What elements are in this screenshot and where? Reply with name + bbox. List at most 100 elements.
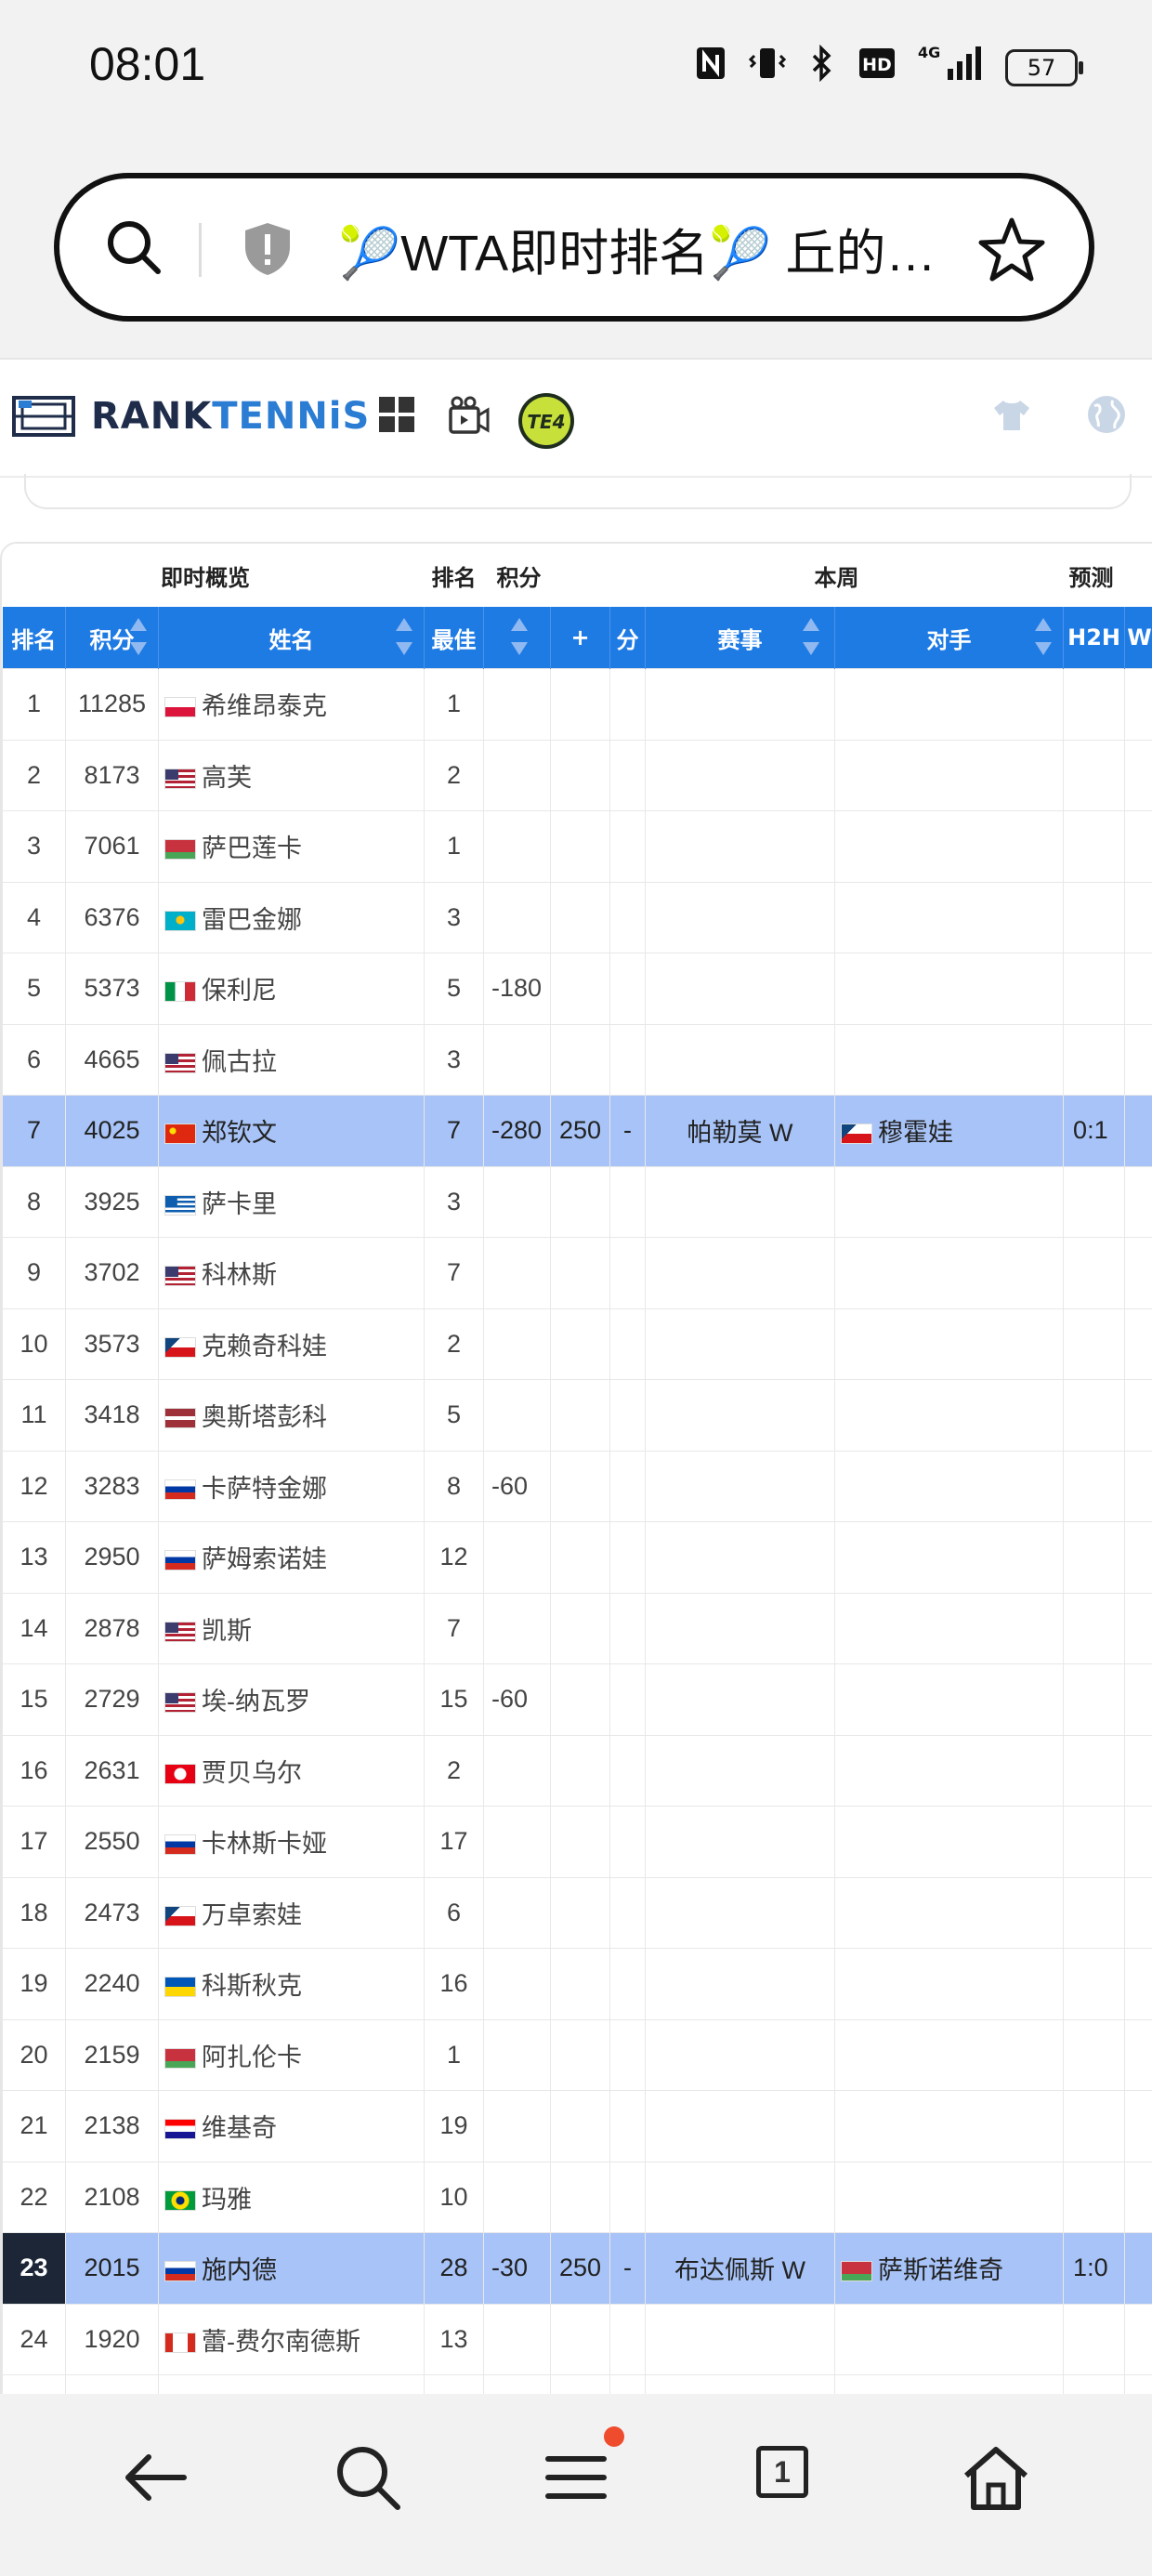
player-name-cell-text: 高芙 xyxy=(202,763,252,792)
player-name-cell[interactable]: 阿扎伦卡 xyxy=(157,2018,425,2091)
table-row[interactable]: 14 2878 凯斯 7 xyxy=(2,1592,1152,1664)
best-rank-cell-text: 2 xyxy=(447,1755,462,1784)
player-name-cell[interactable]: 郑钦文 xyxy=(157,1095,425,1167)
w-cell xyxy=(1124,739,1152,811)
tabs-button[interactable]: 1 xyxy=(756,2446,808,2498)
table-row[interactable]: 24 1920 蕾-费尔南德斯 13 xyxy=(2,2303,1152,2375)
player-name-cell[interactable]: 科林斯 xyxy=(157,1237,425,1309)
player-name-cell[interactable]: 凯斯 xyxy=(157,1592,425,1664)
globe-icon[interactable] xyxy=(1085,393,1128,436)
event-cell xyxy=(645,881,836,953)
player-name-cell[interactable]: 埃-纳瓦罗 xyxy=(157,1663,425,1736)
h2h-cell xyxy=(1063,1237,1126,1309)
rank-cell: 2 xyxy=(2,739,66,811)
table-row[interactable]: 17 2550 卡林斯卡娅 17 xyxy=(2,1806,1152,1878)
video-icon[interactable] xyxy=(448,395,491,438)
back-icon[interactable] xyxy=(119,2440,193,2515)
player-name-cell[interactable]: 佩古拉 xyxy=(157,1023,425,1096)
w-cell xyxy=(1124,1948,1152,2020)
best-rank-cell-text: 3 xyxy=(447,1187,462,1216)
table-row[interactable]: 251878加西亚4 xyxy=(2,2374,1152,2395)
player-name-cell[interactable]: 高芙 xyxy=(157,739,425,811)
table-row[interactable]: 9 3702 科林斯 7 xyxy=(2,1237,1152,1309)
col-minus[interactable]: - xyxy=(483,607,552,669)
player-name-cell[interactable]: 萨姆索诺娃 xyxy=(157,1521,425,1594)
table-row[interactable]: 6 4665 佩古拉 3 xyxy=(2,1023,1152,1096)
col-name[interactable]: 姓名 xyxy=(158,607,425,669)
menu-icon[interactable] xyxy=(539,2440,613,2515)
player-name-cell[interactable]: 贾贝乌尔 xyxy=(157,1734,425,1807)
col-event[interactable]: 赛事 xyxy=(645,607,836,669)
player-name-cell[interactable]: 萨巴莲卡 xyxy=(157,810,425,883)
table-row[interactable]: 4 6376 雷巴金娜 3 xyxy=(2,881,1152,953)
col-h2h[interactable]: H2H xyxy=(1063,607,1126,669)
player-name-cell[interactable]: 施内德 xyxy=(157,2232,425,2305)
table-row[interactable]: 1 11285 希维昂泰克 1 xyxy=(2,668,1152,741)
table-row[interactable]: 20 2159 阿扎伦卡 1 xyxy=(2,2018,1152,2091)
address-bar[interactable]: 🎾WTA即时排名🎾 丘的… xyxy=(54,173,1094,322)
player-name-cell[interactable]: 科斯秋克 xyxy=(157,1948,425,2020)
table-row[interactable]: 13 2950 萨姆索诺娃 12 xyxy=(2,1521,1152,1594)
table-row[interactable]: 22 2108 玛雅 10 xyxy=(2,2161,1152,2233)
player-name-cell[interactable]: 蕾-费尔南德斯 xyxy=(157,2303,425,2375)
table-row[interactable]: 3 7061 萨巴莲卡 1 xyxy=(2,810,1152,883)
player-name-cell[interactable]: 卡林斯卡娅 xyxy=(157,1806,425,1878)
star-icon[interactable] xyxy=(977,216,1046,284)
player-name-cell[interactable]: 雷巴金娜 xyxy=(157,881,425,953)
h2h-cell xyxy=(1063,1948,1126,2020)
table-row[interactable]: 7 4025 郑钦文 7 -280 250- 帕勒莫 W 穆霍娃 0:1 xyxy=(2,1095,1152,1167)
best-rank-cell: 7 xyxy=(424,1592,485,1664)
col-plus[interactable]: + xyxy=(550,607,611,669)
points-cell: 3702 xyxy=(65,1237,159,1309)
table-row[interactable]: 12 3283 卡萨特金娜 8 -60 xyxy=(2,1450,1152,1522)
rank-cell-text: 8 xyxy=(26,1187,42,1216)
col-score[interactable]: 分 xyxy=(609,607,647,669)
player-name-cell[interactable]: 克赖奇科娃 xyxy=(157,1308,425,1380)
table-row[interactable]: 8 3925 萨卡里 3 xyxy=(2,1165,1152,1238)
sort-icon[interactable] xyxy=(1033,614,1054,659)
home-icon[interactable] xyxy=(959,2440,1033,2515)
signal-icon: 4G xyxy=(918,44,983,90)
table-row[interactable]: 11 3418 奥斯塔彭科 5 xyxy=(2,1379,1152,1452)
te4-ball-icon[interactable]: TE4 xyxy=(517,391,576,451)
table-row[interactable]: 5 5373 保利尼 5 -180 xyxy=(2,953,1152,1025)
player-name-cell[interactable]: 加西亚 xyxy=(157,2374,425,2395)
points-drop-cell xyxy=(483,2161,552,2233)
shirt-icon[interactable] xyxy=(992,399,1031,432)
player-name-cell[interactable]: 希维昂泰克 xyxy=(157,668,425,741)
table-row[interactable]: 16 2631 贾贝乌尔 2 xyxy=(2,1734,1152,1807)
col-rank[interactable]: 排名 xyxy=(2,607,66,669)
search-icon[interactable] xyxy=(331,2440,405,2515)
player-name-cell[interactable]: 万卓索娃 xyxy=(157,1876,425,1949)
col-opponent[interactable]: 对手 xyxy=(834,607,1065,669)
col-w[interactable]: W xyxy=(1124,607,1152,669)
w-cell xyxy=(1124,1592,1152,1664)
ranktennis-logo[interactable]: RANKTENNiS xyxy=(11,395,370,438)
player-name-cell[interactable]: 玛雅 xyxy=(157,2161,425,2233)
best-rank-cell: 7 xyxy=(424,1237,485,1309)
event-cell xyxy=(645,2161,836,2233)
table-row[interactable]: 23 2015 施内德 28 -30 250- 布达佩斯 W 萨斯诺维奇 1:0 xyxy=(2,2232,1152,2305)
player-name-cell[interactable]: 维基奇 xyxy=(157,2090,425,2162)
sort-icon[interactable] xyxy=(509,614,530,659)
col-best[interactable]: 最佳 xyxy=(424,607,485,669)
table-row[interactable]: 21 2138 维基奇 19 xyxy=(2,2090,1152,2162)
sort-icon[interactable] xyxy=(128,614,149,659)
h2h-cell xyxy=(1063,1379,1126,1452)
page-title[interactable]: 🎾WTA即时排名🎾 丘的… xyxy=(338,212,1007,285)
col-points[interactable]: 积分 xyxy=(65,607,159,669)
sort-icon[interactable] xyxy=(801,614,821,659)
grid-icon[interactable] xyxy=(377,395,416,434)
table-row[interactable]: 2 8173 高芙 2 xyxy=(2,739,1152,811)
table-row[interactable]: 10 3573 克赖奇科娃 2 xyxy=(2,1308,1152,1380)
player-name-cell[interactable]: 奥斯塔彭科 xyxy=(157,1379,425,1452)
shield-icon[interactable] xyxy=(243,221,292,277)
table-row[interactable]: 15 2729 埃-纳瓦罗 15 -60 xyxy=(2,1663,1152,1736)
table-row[interactable]: 18 2473 万卓索娃 6 xyxy=(2,1876,1152,1949)
player-name-cell[interactable]: 萨卡里 xyxy=(157,1165,425,1238)
player-name-cell[interactable]: 卡萨特金娜 xyxy=(157,1450,425,1522)
player-name-cell[interactable]: 保利尼 xyxy=(157,953,425,1025)
sort-icon[interactable] xyxy=(394,614,414,659)
table-row[interactable]: 19 2240 科斯秋克 16 xyxy=(2,1948,1152,2020)
search-icon[interactable] xyxy=(104,217,164,277)
